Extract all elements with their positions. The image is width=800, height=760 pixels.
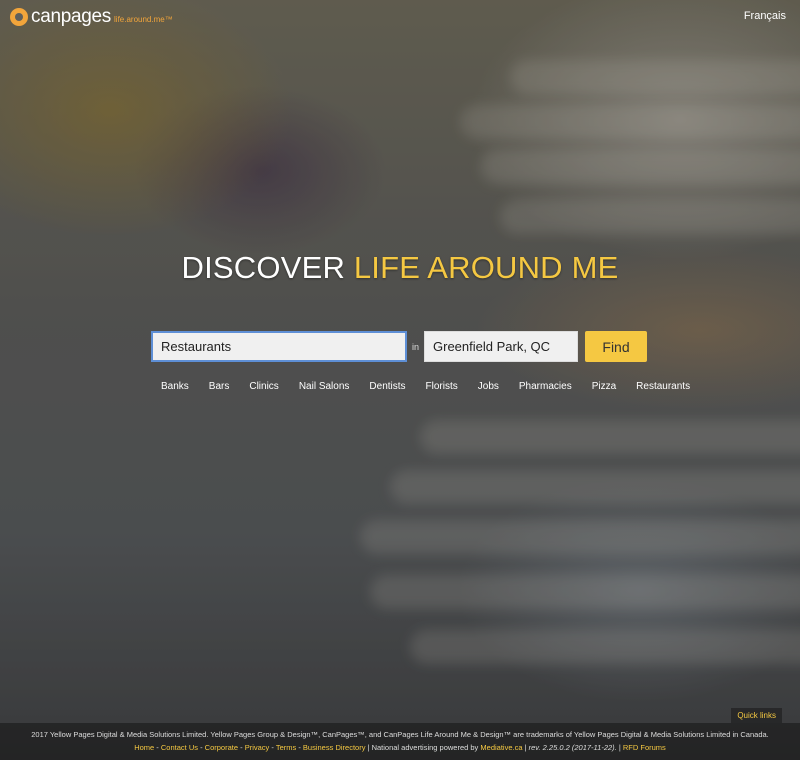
top-bar: canpages life.around.me™ Français <box>0 0 800 36</box>
logo-text: canpages <box>31 6 112 27</box>
quick-link-pharmacies[interactable]: Pharmacies <box>519 381 572 392</box>
quick-category-links: Banks Bars Clinics Nail Salons Dentists … <box>161 381 710 392</box>
footer-link-rfd-forums[interactable]: RFD Forums <box>623 743 666 752</box>
search-form: Restaurants in Greenfield Park, QC Find <box>151 331 648 362</box>
footer-links: Home - Contact Us - Corporate - Privacy … <box>134 743 666 752</box>
footer-link-corporate[interactable]: Corporate <box>205 743 238 752</box>
logo-bubble-icon <box>10 8 28 26</box>
language-toggle-link[interactable]: Français <box>744 10 786 22</box>
quick-link-florists[interactable]: Florists <box>426 381 458 392</box>
hero-title: DISCOVER LIFE AROUND ME <box>0 250 800 286</box>
footer-link-contact[interactable]: Contact Us <box>161 743 198 752</box>
what-search-input[interactable]: Restaurants <box>151 331 407 362</box>
canpages-logo[interactable]: canpages life.around.me™ <box>10 6 173 28</box>
find-button[interactable]: Find <box>585 331 648 362</box>
footer-link-privacy[interactable]: Privacy <box>245 743 270 752</box>
quick-link-dentists[interactable]: Dentists <box>369 381 405 392</box>
footer-link-home[interactable]: Home <box>134 743 154 752</box>
footer: 2017 Yellow Pages Digital & Media Soluti… <box>0 723 800 760</box>
quick-link-banks[interactable]: Banks <box>161 381 189 392</box>
quick-link-restaurants[interactable]: Restaurants <box>636 381 690 392</box>
quick-link-clinics[interactable]: Clinics <box>249 381 278 392</box>
footer-national-text: National advertising powered by <box>371 743 479 752</box>
footer-link-mediative[interactable]: Mediative.ca <box>480 743 522 752</box>
quick-link-pizza[interactable]: Pizza <box>592 381 616 392</box>
background-shade <box>0 0 800 760</box>
footer-revision: rev. 2.25.0.2 (2017-11-22). <box>528 743 617 752</box>
quick-link-nail-salons[interactable]: Nail Salons <box>299 381 350 392</box>
hero-title-yellow: LIFE AROUND ME <box>353 250 619 285</box>
footer-link-terms[interactable]: Terms <box>276 743 296 752</box>
quick-link-bars[interactable]: Bars <box>209 381 230 392</box>
quick-links-button[interactable]: Quick links <box>731 708 782 723</box>
footer-copyright: 2017 Yellow Pages Digital & Media Soluti… <box>31 730 769 739</box>
logo-tagline: life.around.me™ <box>114 15 173 24</box>
hero-title-white: DISCOVER <box>181 250 354 285</box>
where-location-input[interactable]: Greenfield Park, QC <box>424 331 579 362</box>
in-label: in <box>412 341 420 352</box>
footer-link-business-directory[interactable]: Business Directory <box>303 743 366 752</box>
quick-link-jobs[interactable]: Jobs <box>478 381 499 392</box>
